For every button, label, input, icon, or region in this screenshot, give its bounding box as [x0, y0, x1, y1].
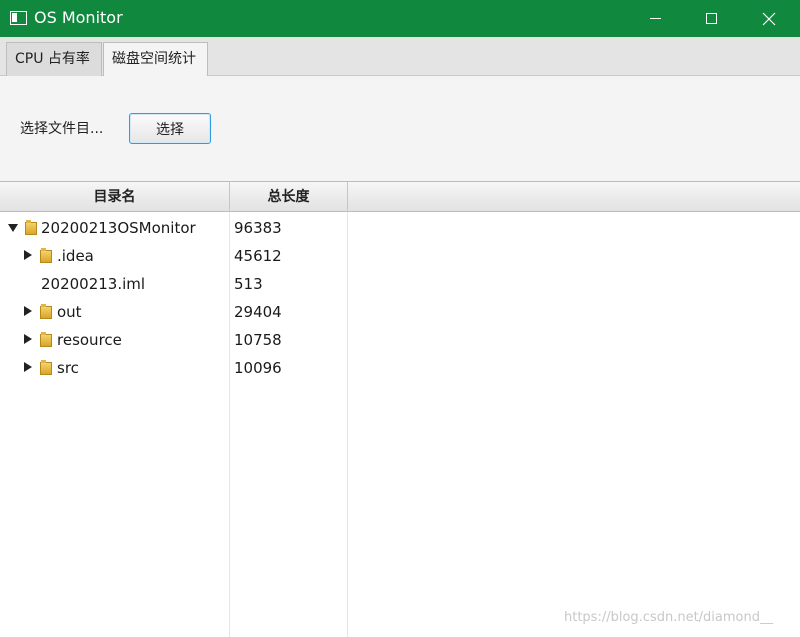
- tree-row[interactable]: src 10096: [0, 354, 348, 382]
- maximize-icon: [705, 13, 717, 24]
- table-header: 目录名 总长度: [0, 182, 800, 212]
- close-button[interactable]: [746, 0, 792, 37]
- directory-label: 选择文件目...: [20, 121, 104, 137]
- tab-disk-usage[interactable]: 磁盘空间统计: [103, 42, 208, 77]
- tree-item-length: 29404: [234, 303, 282, 321]
- tree-row[interactable]: resource 10758: [0, 326, 348, 354]
- tree-item-length: 96383: [234, 219, 282, 237]
- column-header-length[interactable]: 总长度: [230, 182, 348, 212]
- tab-bar: CPU 占有率 磁盘空间统计: [0, 37, 800, 77]
- title-bar: OS Monitor: [0, 0, 800, 37]
- expand-arrow-icon[interactable]: [22, 362, 32, 372]
- expand-arrow-icon[interactable]: [22, 334, 32, 344]
- window-title: OS Monitor: [34, 8, 123, 27]
- tree-rows: 20200213OSMonitor 96383 .idea 45612 2020…: [0, 214, 348, 382]
- maximize-button[interactable]: [688, 0, 734, 37]
- minimize-button[interactable]: [632, 0, 678, 37]
- watermark: https://blog.csdn.net/diamond__: [564, 610, 773, 625]
- tree-row[interactable]: 20200213.iml 513: [0, 270, 348, 298]
- folder-icon: [40, 248, 52, 263]
- tree-item-name: 20200213.iml: [41, 275, 146, 293]
- directory-tree-table: 目录名 总长度 20200213OSMonitor 96383 .idea 45…: [0, 181, 800, 637]
- folder-icon: [40, 360, 52, 375]
- tree-item-name: out: [57, 303, 82, 321]
- column-header-filler: [348, 182, 800, 212]
- tree-item-name: resource: [57, 331, 122, 349]
- folder-icon: [40, 304, 52, 319]
- tree-row[interactable]: .idea 45612: [0, 242, 348, 270]
- tree-item-length: 45612: [234, 247, 282, 265]
- minimize-icon: [649, 18, 661, 19]
- tree-row[interactable]: 20200213OSMonitor 96383: [0, 214, 348, 242]
- folder-icon: [25, 220, 37, 235]
- tree-item-length: 10096: [234, 359, 282, 377]
- toolbar-pane: 选择文件目... 选择: [0, 76, 800, 182]
- app-window-icon: [10, 11, 27, 25]
- collapse-arrow-icon[interactable]: [8, 222, 18, 232]
- tree-item-length: 10758: [234, 331, 282, 349]
- folder-icon: [40, 332, 52, 347]
- tree-item-name: src: [57, 359, 79, 377]
- column-header-name[interactable]: 目录名: [0, 182, 230, 212]
- tree-item-name: .idea: [57, 247, 94, 265]
- close-icon: [762, 12, 776, 25]
- tree-item-name: 20200213OSMonitor: [41, 219, 196, 237]
- tree-row[interactable]: out 29404: [0, 298, 348, 326]
- tab-cpu-usage[interactable]: CPU 占有率: [6, 42, 102, 76]
- select-button[interactable]: 选择: [129, 113, 211, 144]
- expand-arrow-icon[interactable]: [22, 306, 32, 316]
- expand-arrow-icon[interactable]: [22, 250, 32, 260]
- tree-item-length: 513: [234, 275, 263, 293]
